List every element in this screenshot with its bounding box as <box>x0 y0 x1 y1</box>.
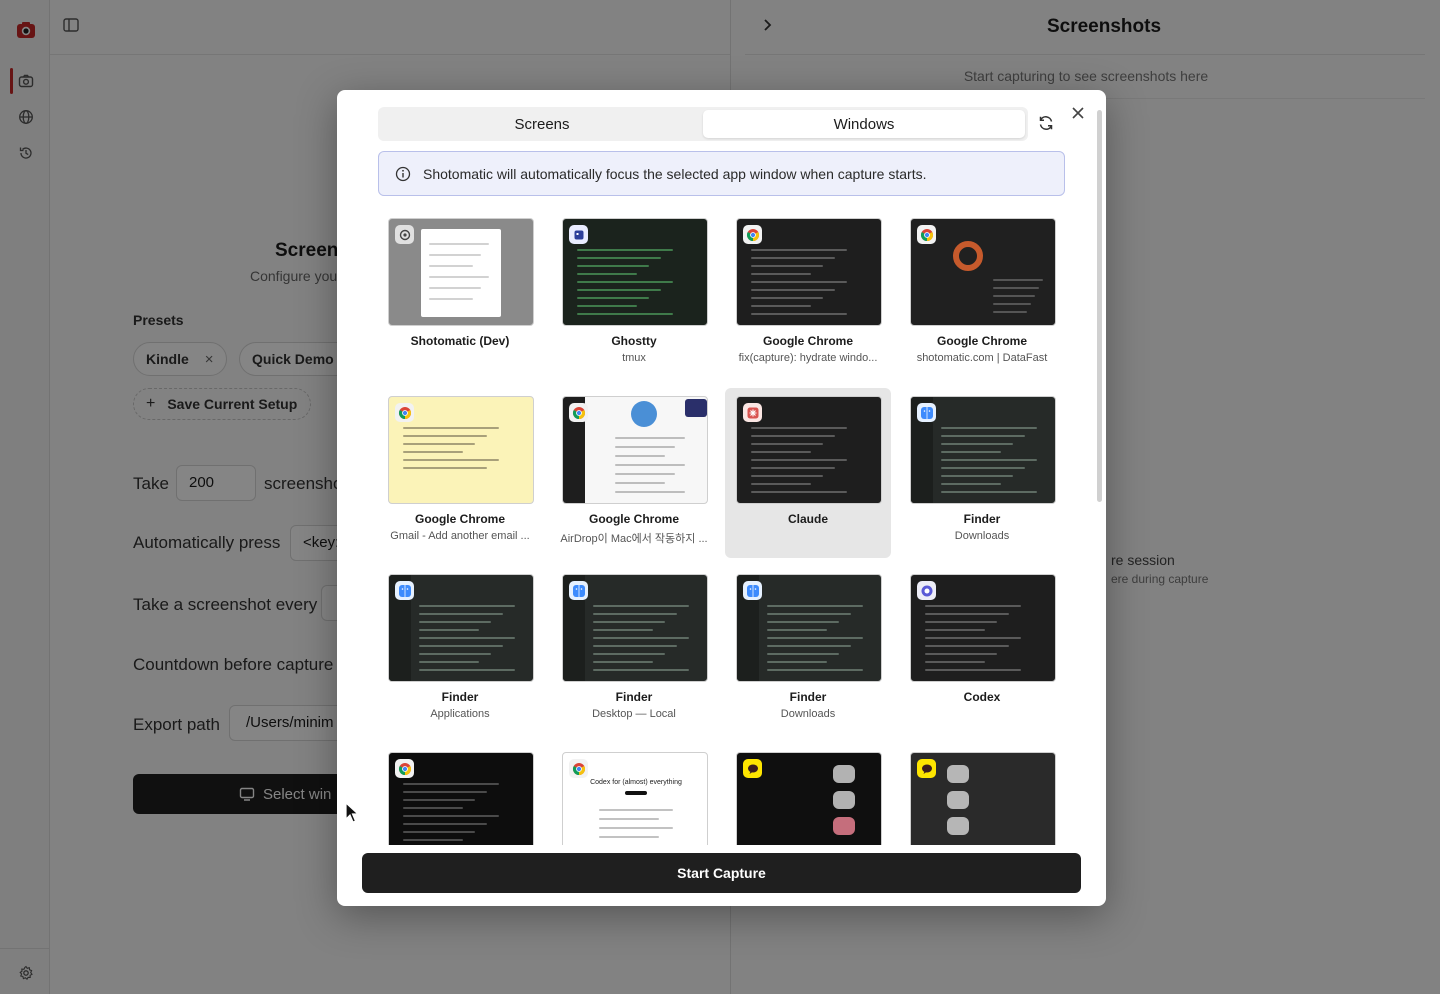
window-thumbnail <box>388 752 534 845</box>
info-icon <box>395 166 411 181</box>
window-picker-modal: Screens Windows Shotomatic will automati… <box>337 90 1106 906</box>
window-thumbnail <box>388 218 534 326</box>
window-thumbnail <box>736 574 882 682</box>
window-card[interactable]: Finder Applications <box>377 566 543 736</box>
tab-windows[interactable]: Windows <box>703 110 1025 138</box>
start-capture-button[interactable]: Start Capture <box>362 853 1081 893</box>
window-app-name: Google Chrome <box>588 512 679 526</box>
window-title: shotomatic.com | DataFast <box>916 352 1048 364</box>
window-app-name: Codex <box>963 690 1001 704</box>
window-card[interactable]: Google Chrome fix(capture): hydrate windo… <box>725 210 891 380</box>
window-card[interactable]: Shotomatic (Dev) <box>377 210 543 380</box>
window-card[interactable]: Finder Downloads <box>899 388 1065 558</box>
window-title: AirDrop이 Mac에서 작동하지 ... <box>560 533 708 545</box>
window-thumbnail <box>388 396 534 504</box>
window-app-name: Shotomatic (Dev) <box>410 334 510 348</box>
window-thumbnail <box>388 574 534 682</box>
thumbnail-heading: Codex for (almost) everything <box>590 779 682 786</box>
window-thumbnail <box>910 218 1056 326</box>
tab-screens[interactable]: Screens <box>381 110 703 138</box>
window-app-name: Google Chrome <box>936 334 1027 348</box>
window-thumbnail <box>736 396 882 504</box>
window-card[interactable]: Ghostty tmux <box>551 210 717 380</box>
window-grid: Shotomatic (Dev) Ghostty tmux Google Chrome… <box>377 210 1067 845</box>
window-title: fix(capture): hydrate windo... <box>738 352 878 364</box>
window-thumbnail: Codex for (almost) everything <box>562 752 708 845</box>
window-title: Desktop — Local <box>592 708 676 720</box>
info-text: Shotomatic will automatically focus the … <box>423 165 927 182</box>
window-thumbnail <box>562 218 708 326</box>
close-icon[interactable] <box>1071 106 1091 126</box>
window-thumbnail <box>910 752 1056 845</box>
window-app-name: Finder <box>615 690 653 704</box>
window-thumbnail <box>736 218 882 326</box>
window-card[interactable]: Google Chrome Gmail - Add another email .… <box>377 388 543 558</box>
window-title: Downloads <box>954 530 1010 542</box>
window-app-name: Finder <box>789 690 827 704</box>
window-card[interactable]: Codex <box>899 566 1065 736</box>
window-title: Gmail - Add another email ... <box>390 530 530 542</box>
window-app-name: Finder <box>441 690 479 704</box>
refresh-icon[interactable] <box>1037 114 1057 134</box>
window-card[interactable]: Finder Desktop — Local <box>551 566 717 736</box>
window-thumbnail <box>562 396 708 504</box>
window-app-name: Google Chrome <box>762 334 853 348</box>
window-app-name: Finder <box>963 512 1001 526</box>
window-card[interactable]: Claude <box>725 388 891 558</box>
window-card[interactable]: Google Chrome AirDrop이 Mac에서 작동하지 ... <box>551 388 717 558</box>
window-app-name: Ghostty <box>611 334 657 348</box>
window-card[interactable] <box>725 744 891 845</box>
window-card[interactable]: Google Chrome shotomatic.com | DataFast <box>899 210 1065 380</box>
window-thumbnail <box>736 752 882 845</box>
info-banner: Shotomatic will automatically focus the … <box>378 151 1065 196</box>
window-card[interactable]: Codex for (almost) everything <box>551 744 717 845</box>
window-thumbnail <box>562 574 708 682</box>
window-app-name: Google Chrome <box>414 512 505 526</box>
window-card[interactable]: Finder Downloads <box>725 566 891 736</box>
window-title: Applications <box>430 708 490 720</box>
source-tabs: Screens Windows <box>378 107 1028 141</box>
window-title: tmux <box>622 352 646 364</box>
mouse-cursor-icon <box>345 801 360 824</box>
window-card[interactable] <box>377 744 543 845</box>
modal-scrollbar[interactable] <box>1097 110 1102 502</box>
window-thumbnail <box>910 396 1056 504</box>
window-card[interactable] <box>899 744 1065 845</box>
window-title: Downloads <box>780 708 836 720</box>
window-app-name: Claude <box>787 512 828 526</box>
window-thumbnail <box>910 574 1056 682</box>
